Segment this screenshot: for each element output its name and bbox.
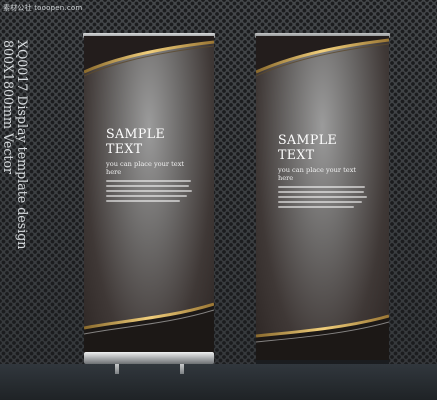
banner-2: SAMPLE TEXT you can place your text here (256, 36, 389, 360)
banner-2-content: SAMPLE TEXT you can place your text here (256, 132, 389, 211)
banner-2-shadow (256, 360, 389, 364)
banner-1-stand-leg-right (180, 364, 184, 374)
display-scene: 素材公社 tooopen.com XQ0017 Display template… (0, 0, 437, 400)
banner-1: SAMPLE TEXT you can place your text here (84, 36, 214, 360)
body-line (278, 191, 364, 193)
banner-2-body-text (278, 186, 373, 208)
side-caption: XQ0017 Display template design 800X1800m… (1, 40, 43, 249)
banner-1-headline: SAMPLE TEXT (106, 126, 166, 156)
banner-1-stand-leg-left (115, 364, 119, 374)
banner-1-body-text (106, 180, 198, 202)
banner-2-headline: SAMPLE TEXT (278, 132, 338, 162)
body-line (106, 200, 180, 202)
body-line (278, 186, 366, 188)
body-line (106, 180, 191, 182)
body-line (278, 196, 368, 198)
banner-1-subline: you can place your text here (106, 160, 185, 176)
banner-1-stand-base (84, 352, 214, 364)
body-line (106, 195, 187, 197)
banner-1-content: SAMPLE TEXT you can place your text here (84, 126, 214, 205)
body-line (106, 185, 189, 187)
body-line (278, 201, 362, 203)
banner-2-subline: you can place your text here (278, 166, 357, 182)
floor (0, 364, 437, 400)
side-caption-line-1: XQ0017 Display template design (15, 40, 30, 250)
watermark-text: 素材公社 tooopen.com (3, 4, 83, 12)
side-caption-line-2: 800X1800mm Vector (1, 40, 16, 175)
body-line (278, 206, 354, 208)
body-line (106, 190, 193, 192)
